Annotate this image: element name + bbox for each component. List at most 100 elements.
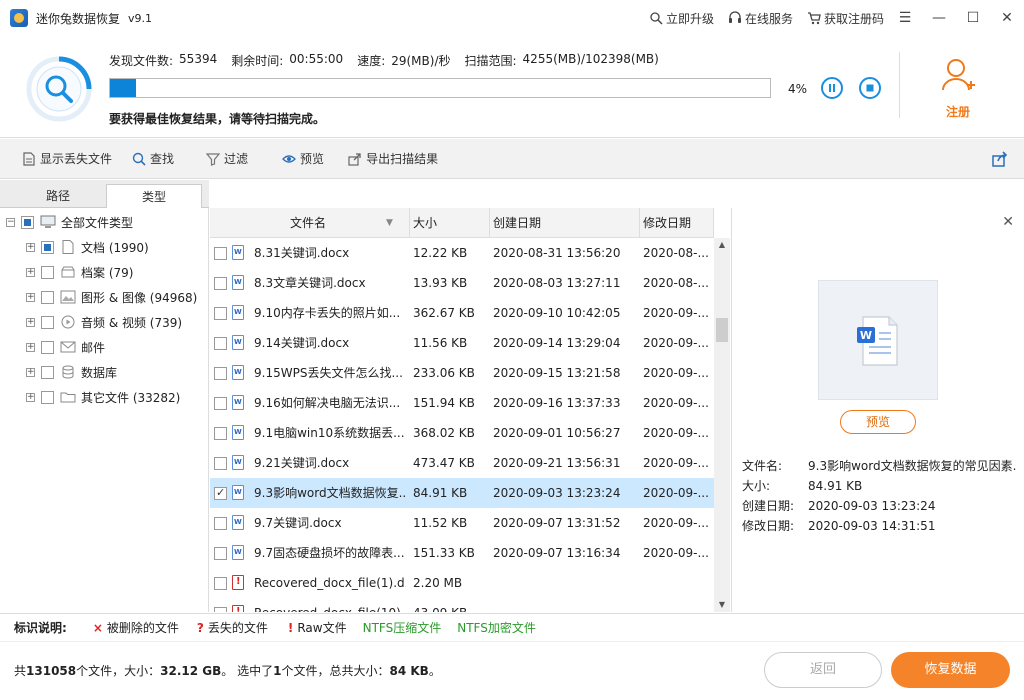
remaining-time-label: 剩余时间: <box>231 54 284 68</box>
document-icon <box>23 151 35 166</box>
export-scan-results-button[interactable]: 导出扫描结果 <box>348 150 438 167</box>
tree-checkbox[interactable] <box>21 215 34 229</box>
column-header-modified[interactable]: 修改日期 <box>640 208 714 238</box>
row-checkbox[interactable] <box>214 337 227 350</box>
tree-item-documents[interactable]: + 文档 (1990) <box>26 237 149 257</box>
tree-item-media[interactable]: + 音频 & 视频 (739) <box>26 312 182 332</box>
column-header-name[interactable]: 文件名 ▼ <box>210 208 410 238</box>
file-modified: 2020-09-... <box>643 366 709 380</box>
tab-path[interactable]: 路径 <box>10 184 106 208</box>
scan-progress-fill <box>110 79 137 97</box>
tree-checkbox[interactable] <box>41 390 54 404</box>
table-row[interactable]: 9.15WPS丢失文件怎么找... 233.06 KB 2020-09-15 13:… <box>210 358 714 388</box>
share-icon[interactable] <box>992 151 1008 167</box>
expand-toggle[interactable]: + <box>26 392 35 402</box>
table-row[interactable]: 9.3影响word文档数据恢复... 84.91 KB 2020-09-03 13:… <box>210 478 714 508</box>
tree-checkbox[interactable] <box>41 365 54 379</box>
user-add-icon <box>942 59 975 91</box>
collapse-toggle[interactable]: − <box>6 217 15 227</box>
row-checkbox[interactable] <box>214 457 227 470</box>
tree-item-mail[interactable]: + 邮件 <box>26 337 105 357</box>
table-row[interactable]: Recovered_docx_file(10)... 43.09 KB <box>210 598 714 612</box>
upgrade-icon <box>650 12 663 25</box>
filter-button[interactable]: 过滤 <box>206 150 248 167</box>
deleted-mark-icon: × <box>92 620 103 635</box>
tab-type[interactable]: 类型 <box>106 184 202 209</box>
close-button[interactable]: ✕ <box>990 0 1024 36</box>
row-checkbox[interactable] <box>214 607 227 612</box>
preview-toolbar-button[interactable]: 预览 <box>282 150 324 167</box>
expand-toggle[interactable]: + <box>26 292 35 302</box>
scroll-up-icon[interactable]: ▲ <box>717 240 727 250</box>
table-row[interactable]: Recovered_docx_file(1).d... 2.20 MB <box>210 568 714 598</box>
legend-lost-label: 丢失的文件 <box>207 621 268 635</box>
upgrade-button[interactable]: 立即升级 <box>649 10 714 27</box>
minimize-button[interactable]: — <box>922 0 956 36</box>
scan-status-panel: 发现文件数: 55394 剩余时间: 00:55:00 速度: 29(MB)/秒… <box>0 36 1024 138</box>
tree-item-all-types[interactable]: − 全部文件类型 <box>6 212 133 232</box>
file-created <box>493 568 639 598</box>
row-checkbox[interactable] <box>214 547 227 560</box>
column-header-created[interactable]: 创建日期 <box>490 208 640 238</box>
title-bar: 迷你兔数据恢复 v9.1 立即升级 在线服务 获取注册码 ☰ — ☐ ✕ <box>0 0 1024 36</box>
table-row[interactable]: 9.7固态硬盘损坏的故障表... 151.33 KB 2020-09-07 13:1… <box>210 538 714 568</box>
show-lost-files-button[interactable]: 显示丢失文件 <box>22 150 112 167</box>
table-row[interactable]: 9.14关键词.docx 11.56 KB 2020-09-14 13:29:04 2… <box>210 328 714 358</box>
tree-checkbox[interactable] <box>41 340 54 354</box>
row-checkbox[interactable] <box>214 486 227 500</box>
expand-toggle[interactable]: + <box>26 317 35 327</box>
tree-checkbox[interactable] <box>41 240 54 254</box>
tree-item-images[interactable]: + 图形 & 图像 (94968) <box>26 287 197 307</box>
table-row[interactable]: 9.1电脑win10系统数据丢... 368.02 KB 2020-09-01 10… <box>210 418 714 448</box>
tree-checkbox[interactable] <box>41 290 54 304</box>
file-size: 84.91 KB <box>413 486 468 500</box>
table-row[interactable]: 9.10内存卡丢失的照片如... 362.67 KB 2020-09-10 10:4… <box>210 298 714 328</box>
row-checkbox[interactable] <box>214 367 227 380</box>
tree-item-archives[interactable]: + 档案 (79) <box>26 262 133 282</box>
scroll-down-icon[interactable]: ▼ <box>717 600 727 610</box>
close-preview-icon[interactable]: ✕ <box>1002 214 1014 230</box>
back-button[interactable]: 返回 <box>764 652 882 688</box>
tree-checkbox[interactable] <box>41 265 54 279</box>
row-checkbox[interactable] <box>214 247 227 260</box>
table-row[interactable]: 9.16如何解决电脑无法识... 151.94 KB 2020-09-16 13:3… <box>210 388 714 418</box>
stop-button[interactable] <box>859 77 881 99</box>
expand-toggle[interactable]: + <box>26 242 35 252</box>
row-checkbox[interactable] <box>214 427 227 440</box>
row-checkbox[interactable] <box>214 577 227 590</box>
recover-data-button[interactable]: 恢复数据 <box>891 652 1010 688</box>
vertical-scrollbar[interactable]: ▲ ▼ <box>714 238 730 612</box>
column-header-size[interactable]: 大小 <box>410 208 490 238</box>
file-modified: 2020-09-... <box>643 306 709 320</box>
file-name: 9.7固态硬盘损坏的故障表... <box>254 546 405 560</box>
tree-item-database[interactable]: + 数据库 <box>26 362 117 382</box>
pause-button[interactable] <box>821 77 843 99</box>
file-created: 2020-08-31 13:56:20 <box>493 246 621 260</box>
expand-toggle[interactable]: + <box>26 367 35 377</box>
file-created: 2020-09-14 13:29:04 <box>493 336 621 350</box>
menu-button[interactable]: ☰ <box>888 0 922 36</box>
table-row[interactable]: 8.3文章关键词.docx 13.93 KB 2020-08-03 13:27:11… <box>210 268 714 298</box>
table-row[interactable]: 9.21关键词.docx 473.47 KB 2020-09-21 13:56:31… <box>210 448 714 478</box>
preview-button[interactable]: 预览 <box>840 410 916 434</box>
maximize-button[interactable]: ☐ <box>956 0 990 36</box>
find-button[interactable]: 查找 <box>132 150 174 167</box>
preview-thumbnail: W <box>818 280 938 400</box>
file-modified: 2020-09-... <box>643 546 709 560</box>
tree-checkbox[interactable] <box>41 315 54 329</box>
summary-text: 个文件，总共大小： <box>281 664 390 678</box>
online-service-button[interactable]: 在线服务 <box>728 10 793 27</box>
row-checkbox[interactable] <box>214 307 227 320</box>
get-register-code-button[interactable]: 获取注册码 <box>807 10 884 27</box>
table-row[interactable]: 8.31关键词.docx 12.22 KB 2020-08-31 13:56:20 2… <box>210 238 714 268</box>
register-button[interactable]: 注册 <box>930 58 986 120</box>
row-checkbox[interactable] <box>214 277 227 290</box>
scrollbar-thumb[interactable] <box>716 318 728 342</box>
row-checkbox[interactable] <box>214 517 227 530</box>
table-row[interactable]: 9.7关键词.docx 11.52 KB 2020-09-07 13:31:52 20… <box>210 508 714 538</box>
expand-toggle[interactable]: + <box>26 342 35 352</box>
file-created: 2020-09-01 10:56:27 <box>493 426 621 440</box>
tree-item-other[interactable]: + 其它文件 (33282) <box>26 387 180 407</box>
expand-toggle[interactable]: + <box>26 267 35 277</box>
row-checkbox[interactable] <box>214 397 227 410</box>
